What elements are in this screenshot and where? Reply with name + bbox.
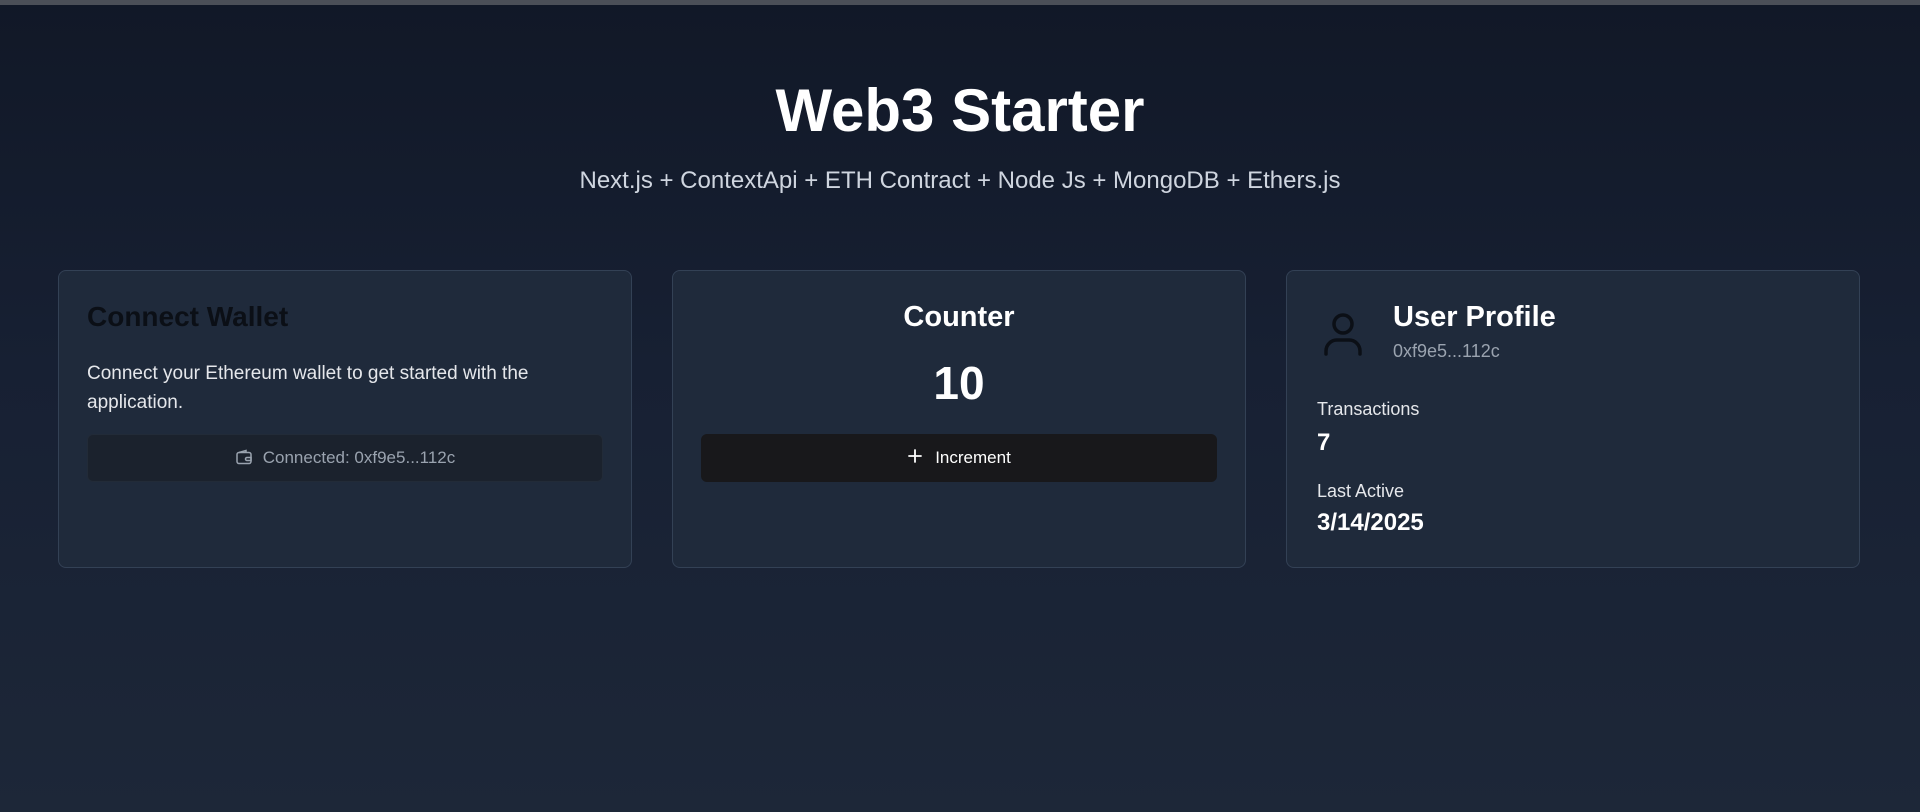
increment-button-label: Increment <box>935 448 1011 467</box>
increment-button[interactable]: Increment <box>701 434 1217 482</box>
transactions-value: 7 <box>1317 429 1331 456</box>
connect-wallet-title: Connect Wallet <box>87 301 289 332</box>
counter-title: Counter <box>903 301 1015 333</box>
plus-icon <box>907 448 923 469</box>
connect-wallet-button-label: Connected: 0xf9e5...112c <box>262 448 456 467</box>
user-address: 0xf9e5...112c <box>1393 341 1500 361</box>
connect-wallet-description: Connect your Ethereum wallet to get star… <box>87 363 529 413</box>
connect-wallet-button[interactable]: Connected: 0xf9e5...112c <box>87 434 603 482</box>
user-profile-card: User Profile 0xf9e5...112c Transactions … <box>1286 270 1860 568</box>
counter-card: Counter 10 Increment <box>672 270 1246 568</box>
last-active-label: Last Active <box>1317 481 1405 501</box>
counter-value: 10 <box>933 357 985 409</box>
user-icon <box>1317 307 1369 359</box>
transactions-label: Transactions <box>1317 399 1420 419</box>
connect-wallet-card: Connect Wallet Connect your Ethereum wal… <box>58 270 632 568</box>
page-subtitle: Next.js + ContextApi + ETH Contract + No… <box>579 167 1341 194</box>
wallet-icon <box>235 449 253 467</box>
user-profile-title: User Profile <box>1393 301 1556 333</box>
page-header: Web3 Starter Next.js + ContextApi + ETH … <box>0 70 1920 196</box>
window-top-border <box>0 0 1920 5</box>
cards-grid: Connect Wallet Connect your Ethereum wal… <box>58 270 1862 570</box>
last-active-value: 3/14/2025 <box>1317 509 1424 536</box>
page-title: Web3 Starter <box>775 77 1145 144</box>
